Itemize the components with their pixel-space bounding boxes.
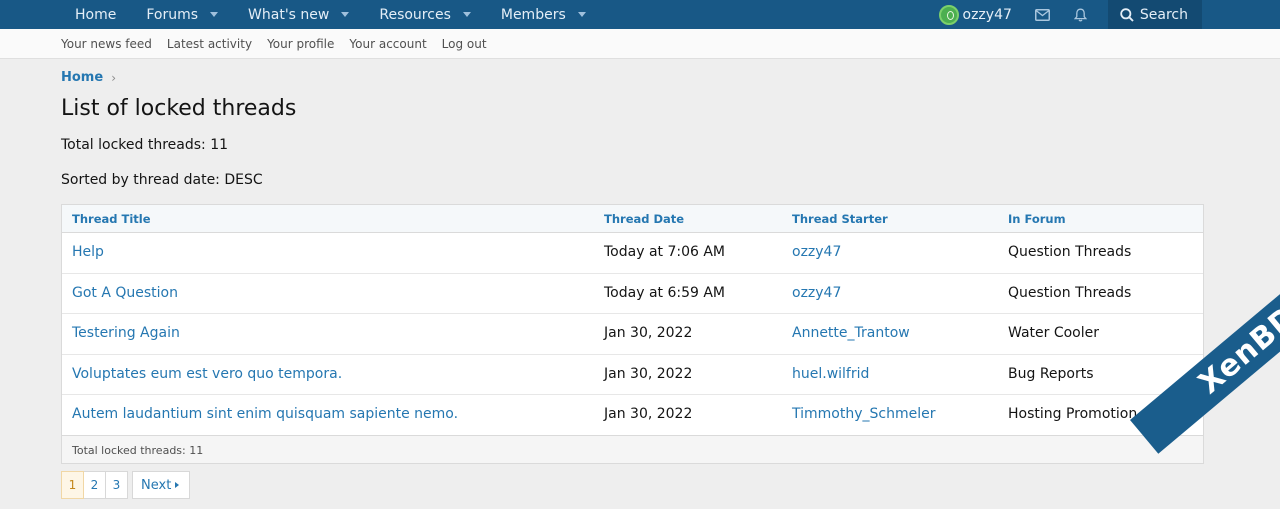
page-3-button[interactable]: 3 — [105, 471, 128, 499]
breadcrumb-home[interactable]: Home — [61, 70, 103, 85]
thread-forum: Question Threads — [1008, 284, 1132, 301]
nav-forums-label: Forums — [146, 6, 199, 23]
thread-starter-link[interactable]: huel.wilfrid — [792, 366, 869, 382]
table-footer: Total locked threads: 11 — [61, 436, 1204, 464]
thread-forum: Hosting Promotion — [1008, 406, 1138, 423]
alerts-button[interactable] — [1062, 0, 1100, 29]
nav-members[interactable]: Members — [486, 0, 601, 29]
table-row: Autem laudantium sint enim quisquam sapi… — [62, 395, 1203, 436]
table-header: Thread Title Thread Date Thread Starter … — [62, 205, 1203, 233]
thread-date: Today at 7:06 AM — [604, 244, 726, 260]
table-row: Voluptates eum est vero quo tempora. Jan… — [62, 355, 1203, 396]
sub-navigation: Your news feed Latest activity Your prof… — [0, 29, 1280, 59]
nav-members-label: Members — [500, 6, 566, 23]
table-footer-total: Total locked threads: 11 — [72, 444, 204, 457]
thread-forum: Question Threads — [1008, 244, 1132, 260]
table-row: Got A Question Today at 6:59 AM ozzy47 Q… — [62, 274, 1203, 315]
thread-title-link[interactable]: Voluptates eum est vero quo tempora. — [72, 366, 342, 382]
nav-resources-label: Resources — [379, 6, 451, 23]
nav-forums[interactable]: Forums — [131, 0, 233, 29]
breadcrumb-chevron-icon: › — [111, 70, 116, 85]
next-page-button[interactable]: Next — [132, 471, 191, 499]
thread-date: Jan 30, 2022 — [604, 406, 693, 423]
thread-starter-link[interactable]: Annette_Trantow — [792, 325, 910, 341]
next-page-label: Next — [141, 477, 172, 493]
header-in-forum[interactable]: In Forum — [1008, 212, 1066, 226]
locked-threads-table: Thread Title Thread Date Thread Starter … — [61, 204, 1204, 436]
nav-home-label: Home — [75, 6, 117, 23]
header-thread-title[interactable]: Thread Title — [72, 212, 151, 226]
account-nav: ozzy47 Search — [938, 0, 1202, 29]
inbox-button[interactable] — [1024, 0, 1062, 29]
thread-title-link[interactable]: Help — [72, 244, 104, 260]
sort-info-text: Sorted by thread date: DESC — [61, 172, 263, 188]
table-row: Testering Again Jan 30, 2022 Annette_Tra… — [62, 314, 1203, 355]
header-thread-date[interactable]: Thread Date — [604, 212, 684, 226]
chevron-down-icon[interactable] — [577, 12, 586, 17]
header-thread-starter[interactable]: Thread Starter — [792, 212, 888, 226]
thread-forum: Bug Reports — [1008, 365, 1094, 382]
nav-whats-new[interactable]: What's new — [233, 0, 364, 29]
envelope-icon — [1035, 8, 1051, 21]
search-button[interactable]: Search — [1107, 0, 1202, 29]
search-icon — [1120, 7, 1134, 22]
subnav-log-out[interactable]: Log out — [442, 37, 487, 51]
thread-title-link[interactable]: Testering Again — [72, 325, 180, 341]
nav-whats-new-label: What's new — [248, 6, 330, 23]
page-1-button[interactable]: 1 — [61, 471, 84, 499]
pagination: 1 2 3 Next — [61, 471, 191, 499]
thread-date: Jan 30, 2022 — [604, 365, 693, 382]
chevron-down-icon[interactable] — [462, 12, 471, 17]
top-navigation: Home Forums What's new Resources Members… — [0, 0, 1280, 29]
caret-right-icon — [175, 482, 180, 488]
thread-starter-link[interactable]: Timmothy_Schmeler — [792, 406, 935, 422]
thread-date: Today at 6:59 AM — [604, 284, 726, 301]
total-locked-text: Total locked threads: 11 — [61, 137, 229, 153]
page-title: List of locked threads — [61, 96, 297, 121]
nav-resources[interactable]: Resources — [364, 0, 486, 29]
main-nav: Home Forums What's new Resources Members — [60, 0, 601, 29]
chevron-down-icon[interactable] — [210, 12, 219, 17]
table-row: Help Today at 7:06 AM ozzy47 Question Th… — [62, 233, 1203, 274]
username: ozzy47 — [962, 6, 1012, 23]
thread-starter-link[interactable]: ozzy47 — [792, 285, 841, 301]
nav-home[interactable]: Home — [60, 0, 131, 29]
breadcrumb: Home › — [61, 70, 116, 85]
thread-starter-link[interactable]: ozzy47 — [792, 244, 841, 260]
thread-forum: Water Cooler — [1008, 325, 1099, 342]
search-label: Search — [1139, 6, 1188, 23]
bell-icon — [1074, 8, 1088, 21]
user-menu-link[interactable]: ozzy47 — [938, 0, 1024, 29]
avatar — [938, 4, 959, 25]
subnav-your-profile[interactable]: Your profile — [267, 37, 334, 51]
subnav-latest-activity[interactable]: Latest activity — [167, 37, 252, 51]
thread-date: Jan 30, 2022 — [604, 325, 693, 342]
watermark-text: XenBD.Com — [1191, 241, 1280, 401]
subnav-news-feed[interactable]: Your news feed — [61, 37, 152, 51]
thread-title-link[interactable]: Got A Question — [72, 285, 178, 301]
chevron-down-icon[interactable] — [341, 12, 350, 17]
thread-title-link[interactable]: Autem laudantium sint enim quisquam sapi… — [72, 406, 458, 422]
page-2-button[interactable]: 2 — [83, 471, 106, 499]
subnav-your-account[interactable]: Your account — [349, 37, 426, 51]
